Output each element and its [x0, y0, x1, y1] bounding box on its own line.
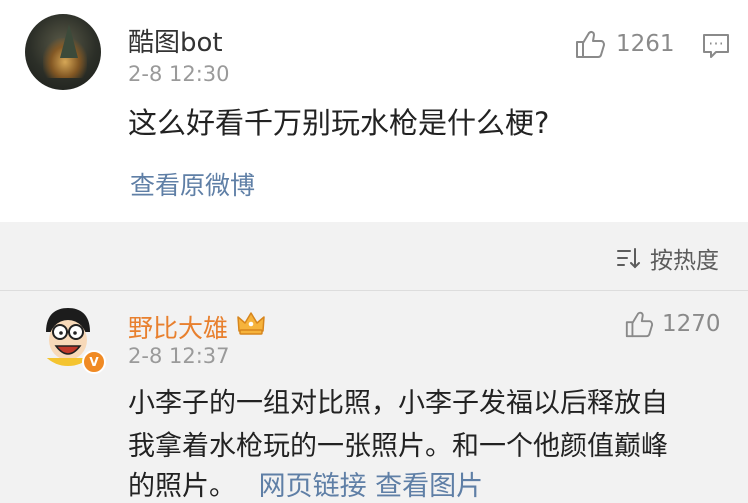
comment-icon [703, 34, 729, 58]
thumbs-up-icon [576, 30, 605, 58]
thumbs-up-icon [625, 311, 654, 338]
post-like-count: 1261 [616, 31, 675, 57]
sort-label: 按热度 [650, 248, 719, 274]
comment-timestamp: 2-8 12:37 [128, 344, 230, 368]
view-original-link[interactable]: 查看原微博 [130, 166, 255, 202]
comment-text-line-1: 小李子的一组对比照，小李子发福以后释放自 [128, 388, 668, 419]
user-avatar[interactable] [25, 14, 101, 90]
post-timestamp: 2-8 12:30 [128, 62, 230, 86]
sort-by-hot-button[interactable]: 按热度 [616, 241, 719, 275]
view-image-link[interactable]: 网页链接 查看图片 [259, 471, 484, 502]
vip-crown-icon[interactable] [236, 309, 266, 341]
crown-icon [237, 312, 265, 335]
section-divider [0, 290, 748, 291]
post-username[interactable]: 酷图bot [128, 22, 223, 59]
comment-text-line-3: 的照片。 网页链接 查看图片 [128, 464, 483, 503]
comment-like-count: 1270 [662, 311, 721, 337]
post-body-text: 这么好看千万别玩水枪是什么梗? [128, 106, 550, 140]
comment-text-line-2: 我拿着水枪玩的一张照片。和一个他颜值巅峰 [128, 431, 668, 462]
commenter-username[interactable]: 野比大雄 [128, 309, 228, 345]
original-post: 酷图bot 2-8 12:30 1261 这么好看千万别玩水枪是什么梗? 查看原… [0, 0, 748, 222]
sort-icon [617, 248, 640, 269]
comment-button[interactable] [702, 32, 730, 64]
post-like-button[interactable]: 1261 [574, 28, 675, 60]
comment-like-button[interactable]: 1270 [624, 309, 721, 339]
comment-text-line-3-text: 的照片。 [128, 471, 236, 502]
avatar-tree [60, 24, 78, 58]
verified-badge: V [82, 350, 106, 374]
